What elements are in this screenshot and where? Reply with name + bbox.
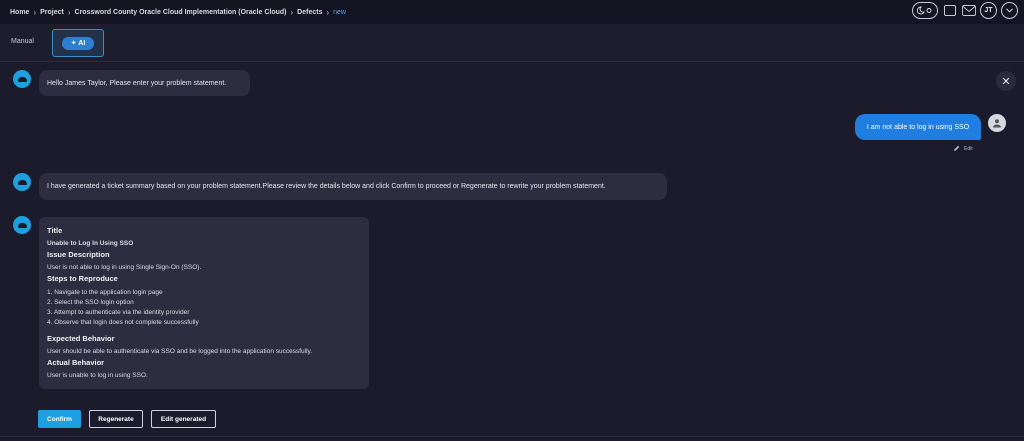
tab-ai[interactable]: ✦ AI [62, 36, 94, 50]
summary-steps-heading: Steps to Reproduce [47, 274, 118, 283]
summary-actual-heading: Actual Behavior [47, 358, 105, 367]
summary-expected-heading: Expected Behavior [47, 334, 115, 343]
divider [0, 436, 1024, 437]
edit-message-link[interactable]: Edit [953, 145, 973, 152]
bot-summary-intro-bubble: I have generated a ticket summary based … [39, 173, 667, 200]
summary-step: 4. Observe that login does not complete … [47, 319, 199, 326]
breadcrumb-separator: › [290, 7, 294, 17]
edit-generated-button[interactable]: Edit generated [151, 410, 216, 428]
summary-expected-value: User should be able to authenticate via … [47, 348, 313, 355]
header-actions: JT [912, 2, 1018, 19]
user-avatar-icon [988, 114, 1006, 132]
summary-title-heading: Title [47, 226, 63, 235]
breadcrumb-project-name[interactable]: Crossword County Oracle Cloud Implementa… [75, 9, 287, 16]
confirm-button[interactable]: Confirm [38, 410, 81, 428]
breadcrumb-project[interactable]: Project [40, 9, 64, 16]
bot-avatar-icon [13, 70, 31, 88]
bot-greeting-text: Hello James Taylor, Please enter your pr… [47, 79, 227, 87]
breadcrumb-home[interactable]: Home [10, 9, 29, 16]
breadcrumb-separator: › [326, 7, 330, 17]
top-bar: Home › Project › Crossword County Oracle… [0, 0, 1024, 24]
breadcrumb-defects[interactable]: Defects [297, 9, 322, 16]
edit-label: Edit [964, 145, 973, 152]
pencil-icon [954, 145, 960, 151]
summary-actual-value: User is unable to log in using SSO. [47, 372, 148, 379]
tab-manual[interactable]: Manual [11, 38, 34, 45]
bot-greeting-bubble: Hello James Taylor, Please enter your pr… [39, 70, 250, 96]
summary-issue-heading: Issue Description [47, 250, 110, 259]
tab-ai-container[interactable]: ✦ AI [52, 29, 104, 57]
user-message-text: I am not able to log in using SSO [866, 123, 970, 131]
notes-icon[interactable] [942, 2, 957, 19]
breadcrumb-separator: › [33, 7, 37, 17]
user-initials-avatar[interactable]: JT [980, 2, 997, 19]
bot-avatar-icon [13, 173, 31, 191]
bot-summary-intro-text: I have generated a ticket summary based … [47, 183, 606, 190]
mail-icon[interactable] [961, 2, 976, 19]
chevron-down-icon[interactable] [1001, 2, 1018, 19]
user-message-bubble: I am not able to log in using SSO [855, 114, 981, 140]
bot-avatar-icon [13, 216, 31, 234]
close-button[interactable]: ✕ [996, 71, 1016, 91]
theme-toggle-icon[interactable] [912, 2, 938, 19]
mode-bar: Manual ✦ AI [0, 24, 1024, 62]
summary-steps-list: 1. Navigate to the application login pag… [47, 288, 199, 328]
summary-title-value: Unable to Log In Using SSO [47, 240, 134, 247]
summary-step: 1. Navigate to the application login pag… [47, 289, 163, 296]
summary-issue-value: User is not able to log in using Single … [47, 264, 202, 271]
summary-step: 2. Select the SSO login option [47, 299, 134, 306]
breadcrumb-separator: › [67, 7, 71, 17]
ticket-summary-card: Title Unable to Log In Using SSO Issue D… [39, 217, 369, 389]
breadcrumb-current: new [333, 8, 346, 16]
regenerate-button[interactable]: Regenerate [89, 410, 143, 428]
summary-step: 3. Attempt to authenticate via the ident… [47, 309, 190, 316]
